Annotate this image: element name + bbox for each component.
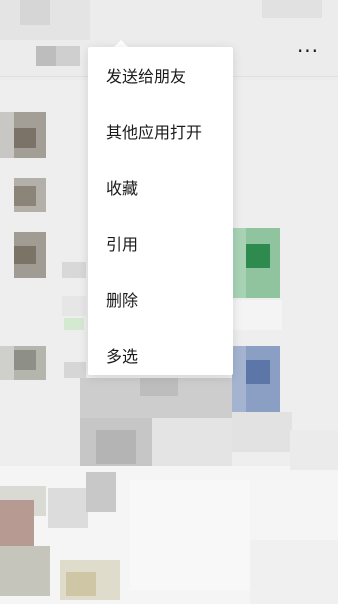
menu-pointer-arrow [114,40,128,47]
menu-item-delete[interactable]: 删除 [88,271,233,327]
menu-item-multi-select[interactable]: 多选 [88,327,233,383]
menu-item-send-to-friend[interactable]: 发送给朋友 [88,47,233,103]
more-dots-icon[interactable]: ··· [288,36,328,66]
menu-item-open-with-other-app[interactable]: 其他应用打开 [88,103,233,159]
message-context-menu: 发送给朋友 其他应用打开 收藏 引用 删除 多选 [88,47,233,375]
menu-item-favorite[interactable]: 收藏 [88,159,233,215]
menu-item-quote[interactable]: 引用 [88,215,233,271]
